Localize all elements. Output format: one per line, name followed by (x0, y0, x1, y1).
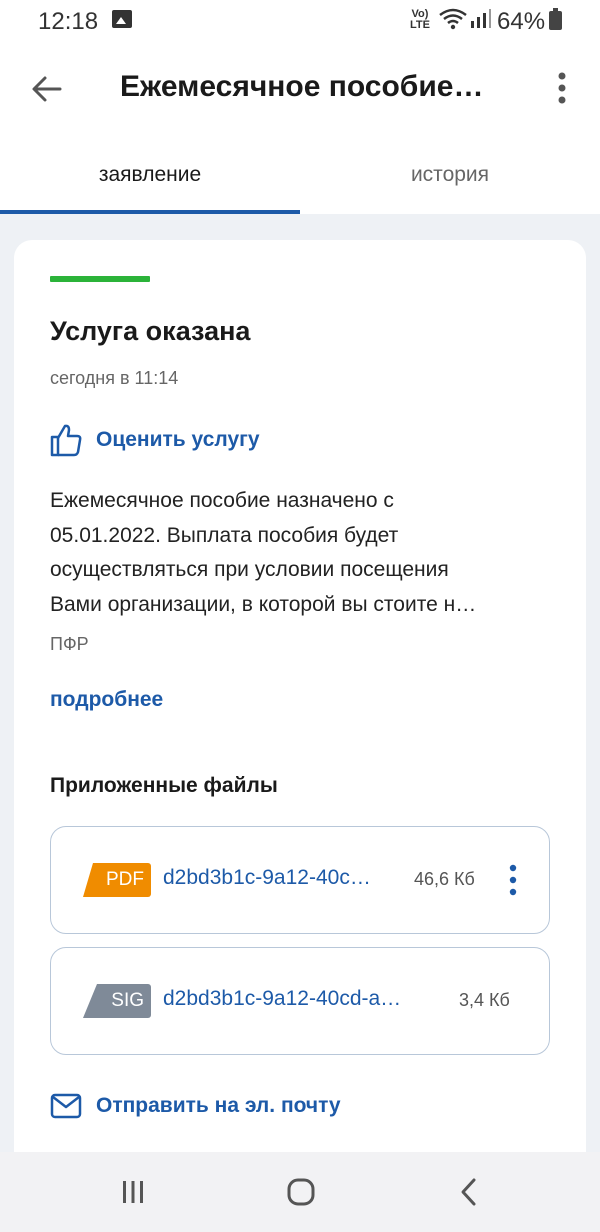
file-size: 3,4 Кб (459, 990, 510, 1010)
file-name[interactable]: d2bd3b1c-9a12-40cd-a… (163, 987, 437, 1011)
sig-file-icon: SIG (83, 984, 151, 1018)
tab-bar: заявление история (0, 136, 600, 214)
wifi-icon (439, 8, 467, 30)
app-header: Ежемесячное пособие… (0, 42, 600, 136)
rate-service-button[interactable]: Оценить услугу (50, 422, 260, 458)
volte-icon: Vo) LTE (410, 9, 430, 31)
file-name[interactable]: d2bd3b1c-9a12-40c… (163, 866, 399, 890)
status-time: 12:18 (38, 8, 99, 35)
signal-icon (471, 9, 491, 28)
page-title: Ежемесячное пособие… (120, 70, 484, 103)
send-email-label: Отправить на эл. почту (96, 1094, 341, 1117)
pdf-file-icon: PDF (83, 863, 151, 897)
tab-history[interactable]: история (300, 136, 600, 214)
battery-icon (549, 8, 562, 30)
organization-label: ПФР (50, 634, 89, 654)
more-details-link[interactable]: подробнее (50, 688, 163, 712)
status-card: Услуга оказана сегодня в 11:14 Оценить у… (14, 240, 586, 1230)
rate-service-label: Оценить услугу (96, 428, 260, 451)
home-icon[interactable] (281, 1172, 321, 1212)
image-notification-icon (112, 10, 132, 28)
battery-percent: 64% (497, 8, 546, 35)
status-indicator (50, 276, 150, 282)
attached-files-heading: Приложенные файлы (50, 774, 278, 797)
recent-apps-icon[interactable] (113, 1172, 153, 1212)
status-title: Услуга оказана (50, 316, 251, 346)
description-line: Ежемесячное пособие назначено с (50, 489, 394, 512)
status-date: сегодня в 11:14 (50, 368, 179, 388)
description-line: Вами организации, в которой вы стоите н… (50, 592, 477, 616)
description-line: осуществляться при условии посещения (50, 558, 449, 581)
back-icon[interactable] (449, 1172, 489, 1212)
file-item-sig[interactable]: SIG d2bd3b1c-9a12-40cd-a… 3,4 Кб (50, 947, 550, 1055)
description-line: 05.01.2022. Выплата пособия будет (50, 523, 399, 547)
mail-icon (50, 1093, 82, 1119)
file-menu-icon[interactable] (503, 863, 523, 897)
system-nav-bar (0, 1152, 600, 1232)
more-options-icon[interactable] (552, 70, 572, 106)
thumbs-up-icon (50, 424, 82, 457)
volte-bottom: LTE (410, 19, 430, 31)
status-description: Ежемесячное пособие назначено с 05.01.20… (50, 484, 556, 622)
tab-application[interactable]: заявление (0, 136, 300, 214)
file-size: 46,6 Кб (414, 869, 475, 889)
back-arrow-icon[interactable] (30, 72, 64, 106)
file-item-pdf[interactable]: PDF d2bd3b1c-9a12-40c… 46,6 Кб (50, 826, 550, 934)
send-email-button[interactable]: Отправить на эл. почту (50, 1088, 341, 1124)
status-bar: 12:18 Vo) LTE 64% (0, 0, 600, 42)
active-tab-indicator (0, 210, 300, 214)
